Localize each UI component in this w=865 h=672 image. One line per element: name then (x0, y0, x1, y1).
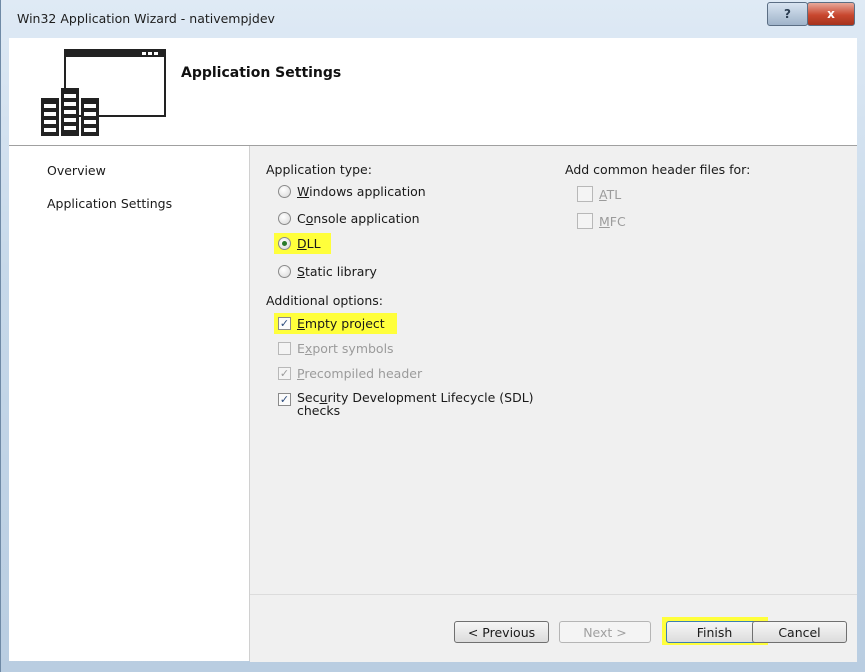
button-bar: < Previous Next > Finish Cancel (250, 594, 857, 662)
nav-item-application-settings[interactable]: Application Settings (47, 196, 172, 211)
checkbox-empty-project[interactable]: ✓ Empty project (274, 313, 397, 334)
checkbox-indicator (278, 342, 291, 355)
checkbox-label: Security Development Lifecycle (SDL) che… (297, 390, 534, 418)
radio-indicator[interactable] (278, 212, 291, 225)
cancel-button[interactable]: Cancel (752, 621, 847, 643)
radio-static-library[interactable]: Static library (278, 264, 377, 279)
radio-label: Console application (297, 211, 420, 226)
radio-label: Static library (297, 264, 377, 279)
checkbox-label: ATL (599, 186, 622, 202)
finish-button[interactable]: Finish (666, 621, 763, 643)
checkbox-mfc: MFC (577, 213, 626, 229)
wizard-window: Win32 Application Wizard - nativempjdev … (0, 0, 865, 672)
radio-dll[interactable]: DLL (274, 233, 331, 254)
close-icon: x (827, 7, 835, 21)
checkbox-indicator-checked[interactable]: ✓ (278, 393, 291, 406)
help-icon: ? (784, 7, 791, 21)
additional-options-label: Additional options: (266, 293, 383, 308)
checkbox-precompiled-header: ✓ Precompiled header (278, 366, 422, 381)
radio-label: Windows application (297, 184, 426, 199)
radio-windows-application[interactable]: Windows application (278, 184, 426, 199)
radio-console-application[interactable]: Console application (278, 211, 420, 226)
radio-indicator[interactable] (278, 265, 291, 278)
title-bar[interactable]: Win32 Application Wizard - nativempjdev … (1, 0, 865, 38)
wizard-nav: Overview Application Settings (9, 146, 250, 661)
checkbox-indicator-checked[interactable]: ✓ (278, 317, 291, 330)
wizard-body: Overview Application Settings Applicatio… (9, 146, 857, 662)
checkbox-indicator (577, 213, 593, 229)
radio-label: DLL (297, 236, 321, 251)
checkbox-label: Export symbols (297, 341, 394, 356)
checkbox-indicator-checked: ✓ (278, 367, 291, 380)
checkbox-sdl-checks[interactable]: ✓ Security Development Lifecycle (SDL) c… (278, 391, 534, 417)
checkbox-atl: ATL (577, 186, 621, 202)
checkbox-label: Empty project (297, 316, 385, 331)
application-wizard-icon (41, 49, 166, 136)
close-button[interactable]: x (807, 2, 855, 26)
nav-item-overview[interactable]: Overview (47, 163, 106, 178)
radio-indicator[interactable] (278, 185, 291, 198)
radio-indicator-selected[interactable] (278, 237, 291, 250)
application-type-label: Application type: (266, 162, 372, 177)
wizard-header: Application Settings (9, 38, 857, 146)
help-button[interactable]: ? (767, 2, 808, 26)
window-title: Win32 Application Wizard - nativempjdev (17, 11, 275, 26)
checkbox-label: Precompiled header (297, 366, 423, 381)
previous-button[interactable]: < Previous (454, 621, 549, 643)
settings-panel: Application type: Windows application Co… (250, 146, 857, 594)
checkbox-indicator (577, 186, 593, 202)
common-header-files-label: Add common header files for: (565, 162, 751, 177)
page-title: Application Settings (181, 65, 342, 81)
checkbox-export-symbols: Export symbols (278, 341, 394, 356)
next-button: Next > (559, 621, 651, 643)
checkbox-label: MFC (599, 213, 626, 229)
